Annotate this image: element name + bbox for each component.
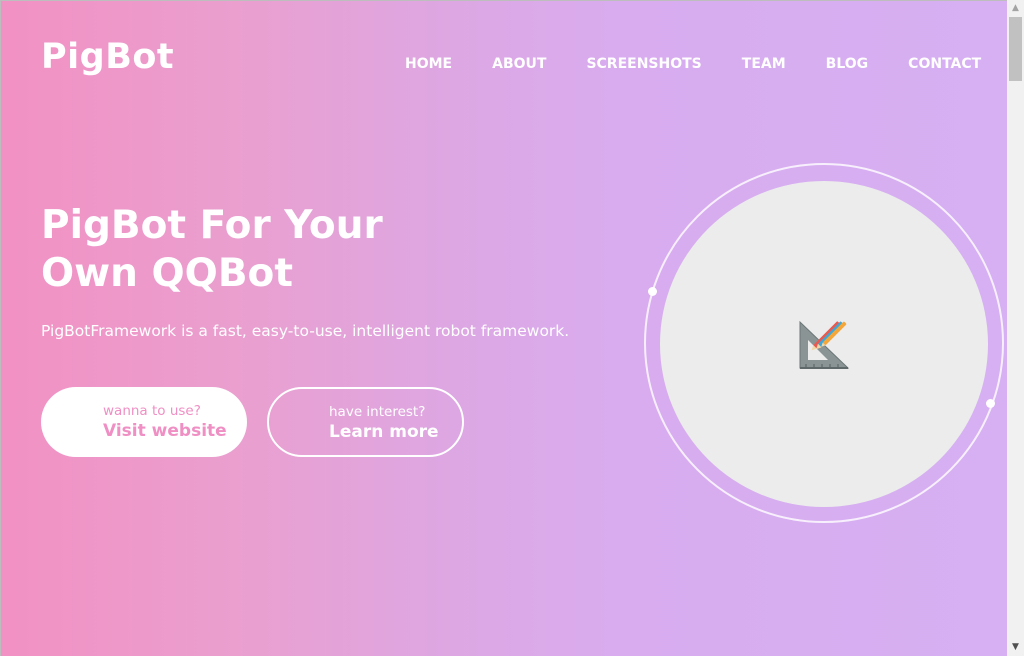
- broken-image-icon: [799, 320, 850, 369]
- hero-description: PigBotFramework is a fast, easy-to-use, …: [41, 322, 570, 340]
- learn-more-button-caption: have interest?: [329, 404, 426, 420]
- nav-contact[interactable]: CONTACT: [908, 55, 981, 73]
- vertical-scrollbar[interactable]: ▲ ▼: [1007, 0, 1024, 656]
- nav-screenshots[interactable]: SCREENSHOTS: [586, 55, 701, 73]
- scroll-down-arrow-icon[interactable]: ▼: [1007, 639, 1024, 656]
- main-nav: HOME ABOUT SCREENSHOTS TEAM BLOG CONTACT: [405, 55, 981, 73]
- hero-headline-line-1: PigBot For Your: [41, 203, 383, 248]
- nav-blog[interactable]: BLOG: [826, 55, 869, 73]
- visit-website-button-label: Visit website: [103, 421, 227, 441]
- scrollbar-thumb[interactable]: [1009, 17, 1022, 81]
- visit-website-button-caption: wanna to use?: [103, 403, 201, 419]
- learn-more-button[interactable]: have interest? Learn more: [267, 387, 464, 457]
- orbit-dot: [986, 399, 995, 408]
- hero-headline: PigBot For Your Own QQBot: [41, 202, 461, 298]
- hero-headline-line-2: Own QQBot: [41, 251, 293, 296]
- nav-team[interactable]: TEAM: [742, 55, 786, 73]
- page: PigBot HOME ABOUT SCREENSHOTS TEAM BLOG …: [0, 0, 1024, 656]
- site-logo[interactable]: PigBot: [41, 35, 174, 79]
- scroll-up-arrow-icon[interactable]: ▲: [1007, 0, 1024, 17]
- visit-website-button[interactable]: wanna to use? Visit website: [41, 387, 247, 457]
- nav-home[interactable]: HOME: [405, 55, 452, 73]
- orbit-dot: [648, 287, 657, 296]
- nav-about[interactable]: ABOUT: [492, 55, 546, 73]
- learn-more-button-label: Learn more: [329, 422, 439, 442]
